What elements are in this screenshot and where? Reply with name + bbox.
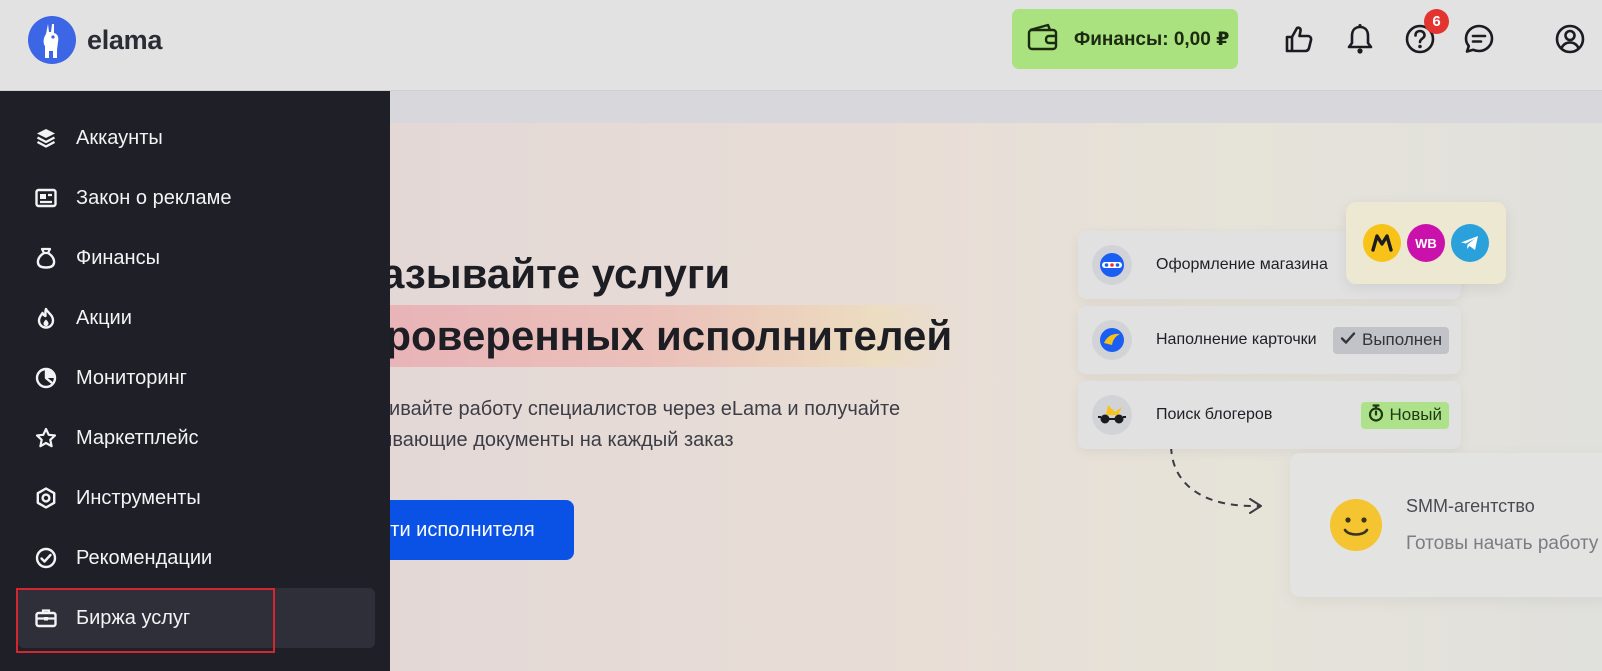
- marketplace-brands-bubble: WB: [1346, 202, 1506, 284]
- task-card-blogger-search: Поиск блогеров Новый: [1078, 381, 1461, 449]
- banner-description-line-2: ывающие документы на каждый заказ: [390, 429, 734, 451]
- sidebar-item-tools[interactable]: Инструменты: [18, 468, 375, 528]
- task-label: Оформление магазина: [1156, 256, 1328, 273]
- sidebar-item-label: Биржа услуг: [76, 606, 191, 629]
- task-card-fill-card: Наполнение карточки Выполнен: [1078, 306, 1461, 374]
- sidebar-item-accounts[interactable]: Аккаунты: [18, 108, 375, 168]
- banner-title-line-2: проверенных исполнителей: [390, 305, 963, 367]
- status-badge-done: Выполнен: [1333, 326, 1449, 354]
- top-header: elama Финансы: 0,00 ₽ 6: [0, 0, 1602, 91]
- main-content: казывайте услуги проверенных исполнителе…: [390, 91, 1602, 671]
- sidebar-item-label: Инструменты: [76, 486, 201, 509]
- help-notification-badge: 6: [1424, 9, 1449, 34]
- ozon-icon: [1092, 245, 1132, 285]
- find-contractor-label: айти исполнителя: [390, 518, 535, 541]
- sidebar-item-recommendations[interactable]: Рекомендации: [18, 528, 375, 588]
- find-contractor-button[interactable]: айти исполнителя: [390, 500, 574, 560]
- sidebar-item-finance[interactable]: Финансы: [18, 228, 375, 288]
- sidebar-item-label: Аккаунты: [76, 126, 163, 149]
- yandex-market-icon: [1363, 224, 1401, 262]
- sidebar-item-ad-law[interactable]: Закон о рекламе: [18, 168, 375, 228]
- pie-chart-icon: [34, 367, 57, 390]
- status-text: Выполнен: [1362, 330, 1442, 349]
- check-icon: [1340, 330, 1356, 350]
- money-bag-icon: [34, 247, 57, 270]
- id-card-icon: [34, 187, 57, 210]
- wallet-icon: [1026, 22, 1060, 57]
- sidebar-item-label: Акции: [76, 306, 132, 329]
- bell-icon[interactable]: [1342, 21, 1378, 57]
- task-label: Поиск блогеров: [1156, 406, 1273, 423]
- banner-description-line-1: нивайте работу специалистов через eLama …: [390, 398, 901, 420]
- stopwatch-icon: [1368, 403, 1384, 427]
- briefcase-icon: [34, 607, 57, 630]
- like-icon[interactable]: [1281, 21, 1317, 57]
- star-icon: [34, 427, 57, 450]
- telegram-icon: [1451, 224, 1489, 262]
- agency-card-subtitle: Готовы начать работу: [1406, 533, 1599, 554]
- sidebar-item-promotions[interactable]: Акции: [18, 288, 375, 348]
- banner-title: казывайте услуги проверенных исполнителе…: [390, 243, 963, 367]
- sidebar-item-label: Закон о рекламе: [76, 186, 232, 209]
- status-badge-new: Новый: [1360, 401, 1449, 429]
- wildberries-icon: WB: [1407, 224, 1445, 262]
- finance-balance-button[interactable]: Финансы: 0,00 ₽: [1012, 9, 1238, 69]
- check-badge-icon: [34, 547, 57, 570]
- fire-icon: [34, 307, 57, 330]
- sidebar-item-label: Рекомендации: [76, 546, 213, 569]
- agency-card-title: SMM-агентство: [1406, 496, 1535, 516]
- task-label: Наполнение карточки: [1156, 331, 1317, 348]
- llama-logo-icon: [28, 16, 76, 64]
- agency-card: SMM-агентство Готовы начать работу: [1290, 453, 1602, 597]
- lamoda-icon: [1092, 320, 1132, 360]
- sidebar-item-monitoring[interactable]: Мониторинг: [18, 348, 375, 408]
- chat-icon[interactable]: [1461, 21, 1497, 57]
- logo-text: elama: [87, 24, 163, 55]
- smiley-icon: [1328, 497, 1384, 558]
- banner-description: нивайте работу специалистов через eLama …: [390, 394, 900, 456]
- gear-icon: [34, 487, 57, 510]
- banner-title-line-1: казывайте услуги: [390, 250, 731, 297]
- finance-balance-label: Финансы: 0,00 ₽: [1074, 28, 1230, 50]
- sidebar-item-label: Финансы: [76, 246, 160, 269]
- sidebar-item-label: Маркетплейс: [76, 426, 199, 449]
- layers-icon: [34, 127, 57, 150]
- elama-logo[interactable]: elama: [28, 16, 162, 64]
- status-text: Новый: [1389, 405, 1442, 424]
- promo-banner: казывайте услуги проверенных исполнителе…: [390, 123, 1602, 671]
- sidebar-item-label: Мониторинг: [76, 366, 187, 389]
- profile-icon[interactable]: [1552, 21, 1588, 57]
- sidebar-item-marketplace[interactable]: Маркетплейс: [18, 408, 375, 468]
- sidebar-item-services-exchange[interactable]: Биржа услуг: [18, 588, 375, 648]
- blogger-icon: [1092, 395, 1132, 435]
